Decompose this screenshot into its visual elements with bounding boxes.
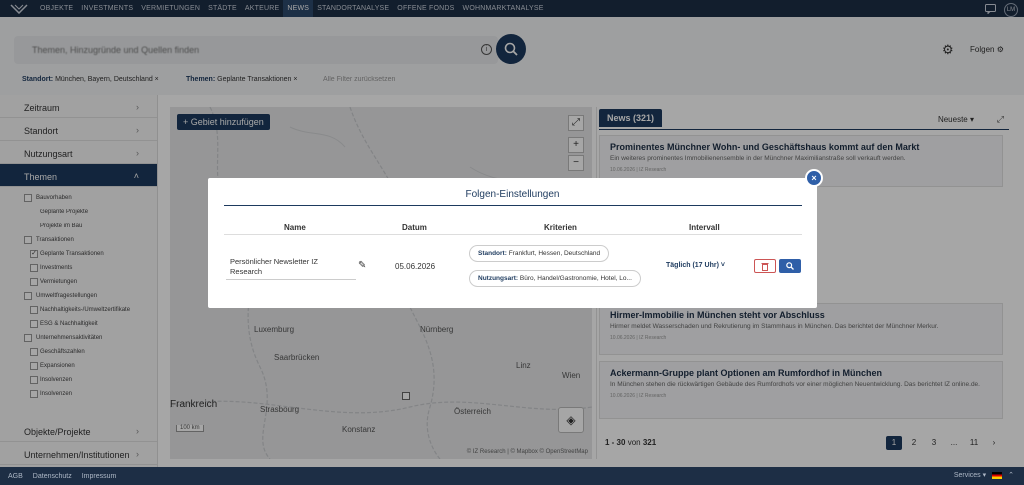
search-icon — [786, 262, 794, 270]
row-date: 05.06.2026 — [395, 262, 436, 271]
footer-link-datenschutz[interactable]: Datenschutz — [33, 473, 72, 480]
pencil-icon[interactable]: ✎ — [358, 260, 366, 271]
col-header-interval: Intervall — [689, 223, 720, 232]
footer-link-agb[interactable]: AGB — [8, 473, 23, 480]
trash-icon — [761, 262, 769, 271]
col-header-criteria: Kriterien — [544, 223, 577, 232]
divider — [224, 205, 802, 206]
view-results-button[interactable] — [779, 259, 801, 273]
col-header-date: Datum — [402, 223, 427, 232]
german-flag-icon[interactable] — [992, 471, 1003, 479]
criteria-chip-standort: Standort: Frankfurt, Hessen, Deutschland — [469, 245, 610, 262]
close-icon[interactable]: × — [805, 169, 823, 187]
interval-dropdown[interactable]: Täglich (17 Uhr) ˅ — [666, 262, 725, 269]
scroll-top-icon[interactable]: ⌃ — [1008, 471, 1014, 479]
services-dropdown[interactable]: Services ▾ — [954, 471, 986, 479]
col-header-name: Name — [284, 223, 306, 232]
footer: AGB Datenschutz Impressum Services ▾ ⌃ — [0, 467, 1024, 485]
newsletter-name-field[interactable]: Persönlicher Newsletter IZ Research — [226, 254, 356, 280]
footer-link-impressum[interactable]: Impressum — [82, 473, 117, 480]
modal-title: Folgen-Einstellungen — [465, 189, 560, 200]
follow-settings-modal: Folgen-Einstellungen × Name Datum Kriter… — [208, 169, 823, 308]
delete-button[interactable] — [754, 259, 776, 273]
divider — [224, 234, 802, 235]
criteria-chip-nutzungsart: Nutzungsart: Büro, Handel/Gastronomie, H… — [469, 270, 641, 287]
